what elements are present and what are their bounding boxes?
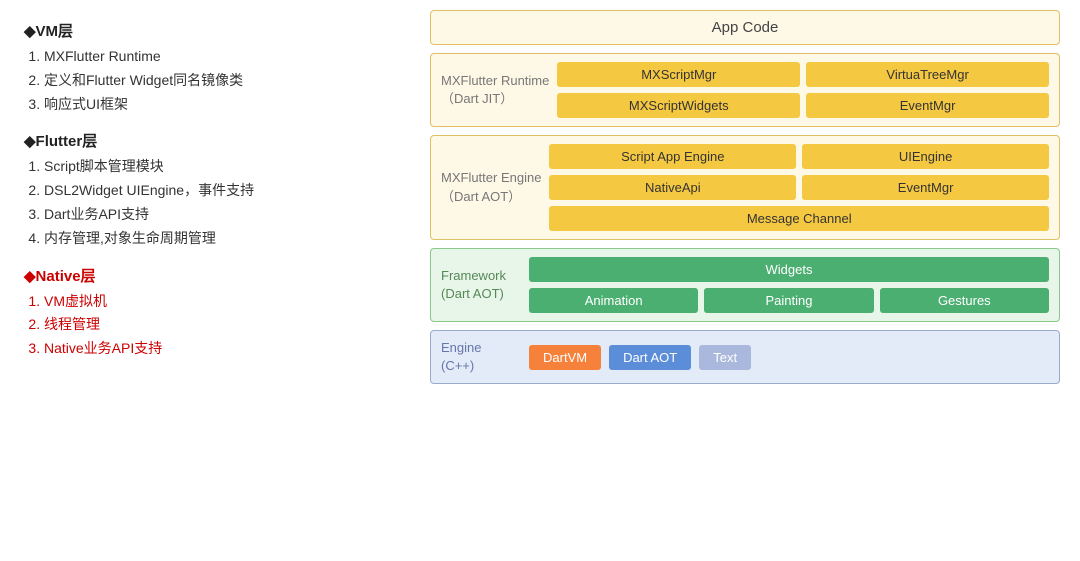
eventmgr-engine-btn: EventMgr <box>802 175 1049 200</box>
framework-bottom-row: Animation Painting Gestures <box>529 288 1049 313</box>
right-panel: App Code MXFlutter Runtime （Dart JIT） MX… <box>420 0 1080 561</box>
dartvm-btn: DartVM <box>529 345 601 370</box>
gestures-btn: Gestures <box>880 288 1049 313</box>
widgets-bar: Widgets <box>529 257 1049 282</box>
dart-aot-btn: Dart AOT <box>609 345 691 370</box>
framework-box: Framework (Dart AOT) Widgets Animation P… <box>430 248 1060 322</box>
engine-label: MXFlutter Engine （Dart AOT） <box>441 169 541 205</box>
list-item: MXFlutter Runtime <box>44 45 396 69</box>
mxscriptmgr-btn: MXScriptMgr <box>557 62 800 87</box>
native-section-list: VM虚拟机 线程管理 Native业务API支持 <box>44 290 396 361</box>
left-panel: ◆VM层 MXFlutter Runtime 定义和Flutter Widget… <box>0 0 420 561</box>
engine-cpp-row: DartVM Dart AOT Text <box>529 345 1049 370</box>
framework-right: Widgets Animation Painting Gestures <box>529 257 1049 313</box>
engine-cpp-label: Engine (C++) <box>441 339 521 375</box>
engine-right: Script App Engine UIEngine NativeApi Eve… <box>549 144 1049 231</box>
painting-btn: Painting <box>704 288 873 313</box>
message-channel-btn: Message Channel <box>549 206 1049 231</box>
mxscriptwidgets-btn: MXScriptWidgets <box>557 93 800 118</box>
vm-section-title: ◆VM层 <box>24 20 396 41</box>
engine-top-row: Script App Engine UIEngine NativeApi Eve… <box>549 144 1049 200</box>
flutter-section-list: Script脚本管理模块 DSL2Widget UIEngine，事件支持 Da… <box>44 155 396 250</box>
list-item: 响应式UI框架 <box>44 93 396 117</box>
animation-btn: Animation <box>529 288 698 313</box>
text-btn: Text <box>699 345 751 370</box>
list-item: Script脚本管理模块 <box>44 155 396 179</box>
list-item: Dart业务API支持 <box>44 203 396 227</box>
runtime-box: MXFlutter Runtime （Dart JIT） MXScriptMgr… <box>430 53 1060 127</box>
runtime-grid: MXScriptMgr VirtuaTreeMgr MXScriptWidget… <box>557 62 1049 118</box>
native-section-title: ◆Native层 <box>24 265 396 286</box>
script-app-engine-btn: Script App Engine <box>549 144 796 169</box>
eventmgr-runtime-btn: EventMgr <box>806 93 1049 118</box>
list-item: 内存管理,对象生命周期管理 <box>44 227 396 251</box>
runtime-label: MXFlutter Runtime （Dart JIT） <box>441 72 549 108</box>
vm-section-list: MXFlutter Runtime 定义和Flutter Widget同名镜像类… <box>44 45 396 116</box>
app-code-label: App Code <box>712 19 779 36</box>
engine-box: MXFlutter Engine （Dart AOT） Script App E… <box>430 135 1060 240</box>
flutter-section-title: ◆Flutter层 <box>24 130 396 151</box>
nativeapi-btn: NativeApi <box>549 175 796 200</box>
framework-label: Framework (Dart AOT) <box>441 267 521 303</box>
app-code-box: App Code <box>430 10 1060 45</box>
list-item: 定义和Flutter Widget同名镜像类 <box>44 69 396 93</box>
virtuatreemgr-btn: VirtuaTreeMgr <box>806 62 1049 87</box>
engine-cpp-box: Engine (C++) DartVM Dart AOT Text <box>430 330 1060 384</box>
uiengine-btn: UIEngine <box>802 144 1049 169</box>
list-item: 线程管理 <box>44 313 396 337</box>
list-item: DSL2Widget UIEngine，事件支持 <box>44 179 396 203</box>
list-item: VM虚拟机 <box>44 290 396 314</box>
list-item: Native业务API支持 <box>44 337 396 361</box>
